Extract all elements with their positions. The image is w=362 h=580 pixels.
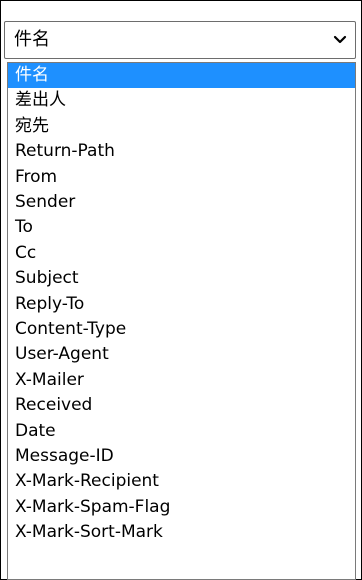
dropdown-option[interactable]: X-Mark-Sort-Mark	[8, 520, 355, 545]
dropdown-option[interactable]: X-Mailer	[8, 368, 355, 393]
screenshot-frame: 件名 件名 差出人 宛先 Return-Path From Sender To Cc Subje…	[0, 0, 362, 580]
dropdown-option[interactable]: 差出人	[8, 88, 355, 113]
field-select[interactable]: 件名	[4, 21, 356, 59]
dropdown-option[interactable]: X-Mark-Recipient	[8, 469, 355, 494]
chevron-down-icon	[333, 35, 347, 44]
dropdown-option[interactable]: Sender	[8, 190, 355, 215]
dropdown-option[interactable]: 宛先	[8, 114, 355, 139]
dropdown-option[interactable]: To	[8, 215, 355, 240]
dropdown-option[interactable]: X-Mark-Spam-Flag	[8, 495, 355, 520]
dropdown-option[interactable]: Reply-To	[8, 292, 355, 317]
dropdown-option[interactable]: Cc	[8, 241, 355, 266]
dropdown-list: 件名 差出人 宛先 Return-Path From Sender To Cc Subject R…	[7, 62, 356, 580]
dropdown-option[interactable]: Subject	[8, 266, 355, 291]
dropdown-option[interactable]: Received	[8, 393, 355, 418]
dropdown-option[interactable]: Content-Type	[8, 317, 355, 342]
dropdown-option[interactable]: User-Agent	[8, 342, 355, 367]
dropdown-option[interactable]: From	[8, 165, 355, 190]
dropdown-option-selected[interactable]: 件名	[8, 63, 355, 89]
dropdown-option[interactable]: Date	[8, 419, 355, 444]
dropdown-option[interactable]: Return-Path	[8, 139, 355, 164]
dropdown-option[interactable]: Message-ID	[8, 444, 355, 469]
select-value: 件名	[14, 29, 50, 50]
